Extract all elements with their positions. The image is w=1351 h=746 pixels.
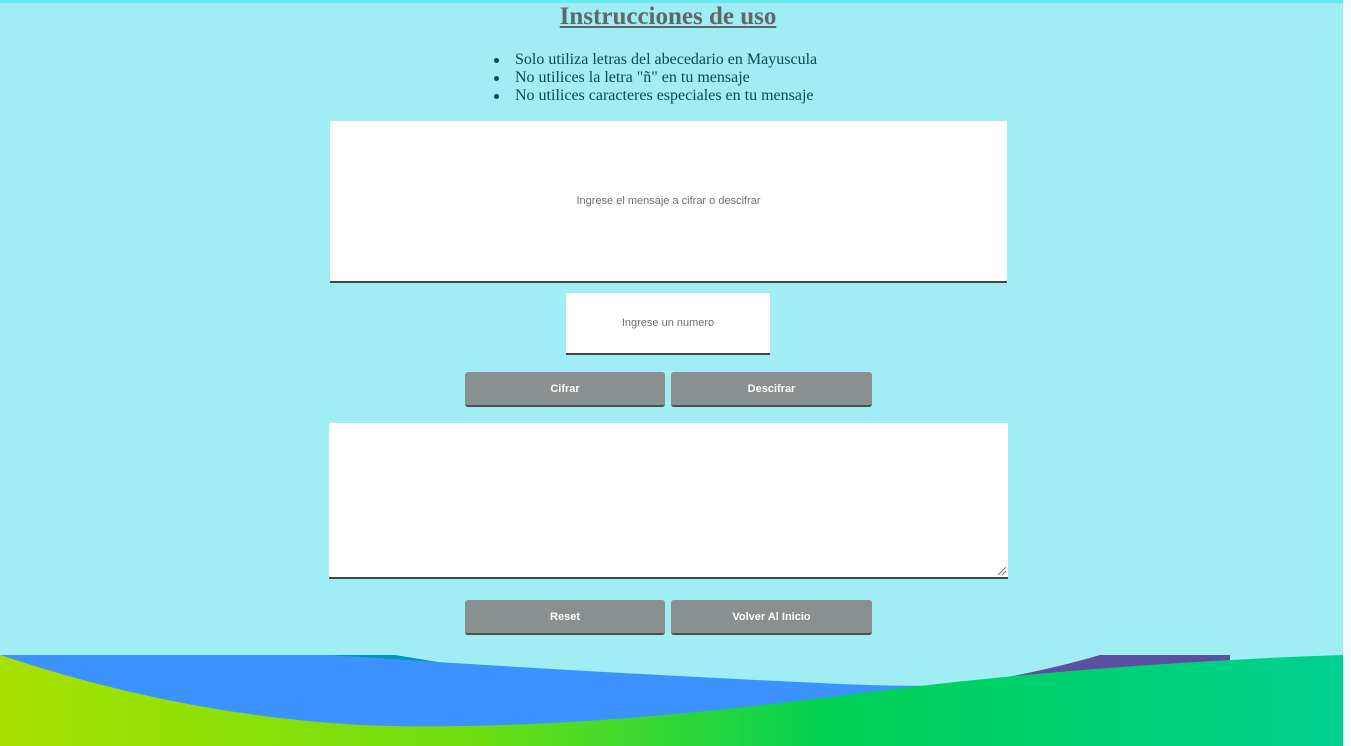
- instruction-item: No utilices caracteres especiales en tu …: [493, 87, 817, 105]
- message-input[interactable]: Ingrese el mensaje a cifrar o descifrar: [330, 121, 1007, 283]
- instruction-item: No utilices la letra "ñ" en tu mensaje: [493, 69, 817, 87]
- reset-button[interactable]: Reset: [465, 600, 665, 635]
- back-home-button[interactable]: Volver Al Inicio: [671, 600, 872, 635]
- message-placeholder: Ingrese el mensaje a cifrar o descifrar: [576, 195, 761, 207]
- page-edge: [1343, 0, 1351, 746]
- instructions-list: Solo utiliza letras del abecedario en Ma…: [493, 51, 817, 105]
- resize-handle-icon[interactable]: [998, 567, 1006, 575]
- footer-waves: [0, 655, 1343, 746]
- number-input[interactable]: Ingrese un numero: [566, 293, 770, 355]
- number-placeholder: Ingrese un numero: [621, 317, 715, 329]
- encrypt-button[interactable]: Cifrar: [465, 372, 665, 407]
- result-textarea[interactable]: [329, 423, 1008, 579]
- instruction-item: Solo utiliza letras del abecedario en Ma…: [493, 51, 817, 69]
- page-title: Instrucciones de uso: [559, 3, 777, 30]
- decrypt-button[interactable]: Descifrar: [671, 372, 872, 407]
